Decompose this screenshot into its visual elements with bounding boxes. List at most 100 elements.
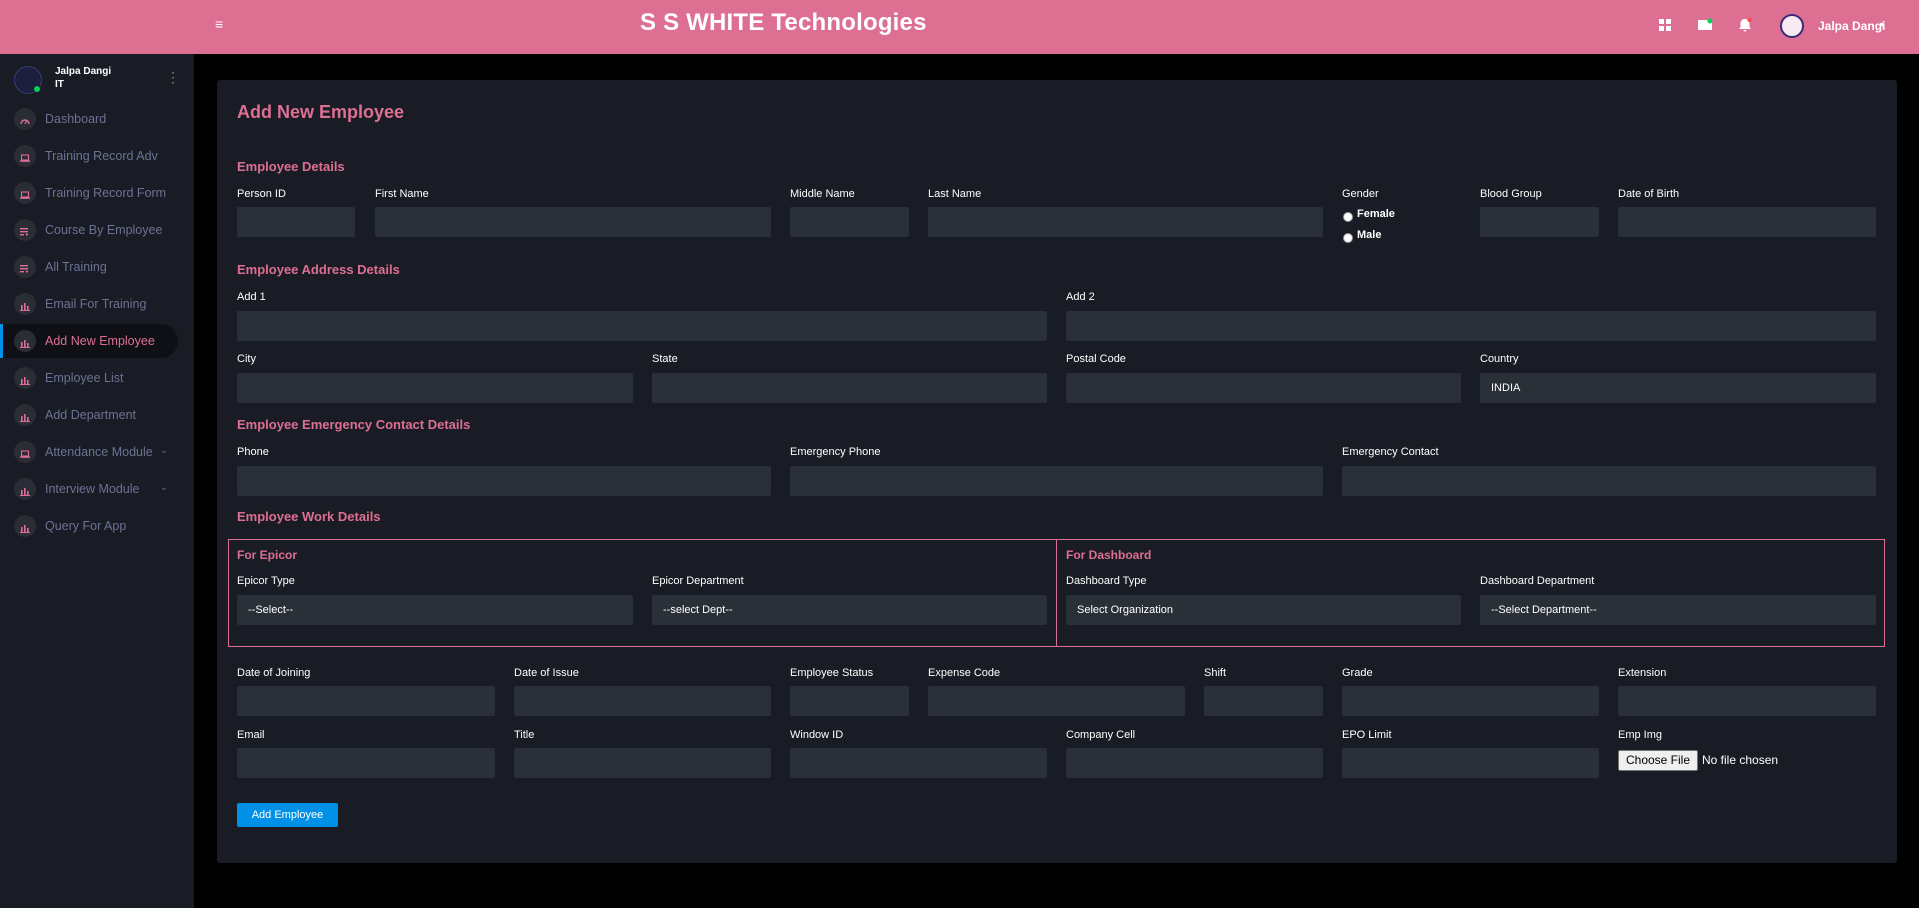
sidebar-item-training-record-adv[interactable]: Training Record Adv [0, 139, 178, 173]
label-state: State [652, 353, 678, 365]
sidebar-item-label: Add New Employee [45, 334, 155, 348]
add-employee-button[interactable]: Add Employee [237, 803, 338, 827]
epicor-group [228, 539, 1057, 647]
grade-input[interactable] [1342, 686, 1599, 716]
sidebar-item-label: Training Record Form [45, 186, 167, 200]
sidebar-item-label: Query For App [45, 519, 127, 533]
expense-code-input[interactable] [928, 686, 1185, 716]
avatar[interactable] [1780, 14, 1804, 38]
dob-input[interactable] [1618, 207, 1876, 237]
sidebar-item-add-new-employee[interactable]: Add New Employee [0, 324, 178, 358]
epicor-heading: For Epicor [237, 548, 298, 562]
label-expense-code: Expense Code [928, 667, 1001, 679]
label-emergency-phone: Emergency Phone [790, 446, 881, 458]
last-name-input[interactable] [928, 207, 1323, 237]
middle-name-input[interactable] [790, 207, 909, 237]
sidebar-item-label: Employee List [45, 371, 124, 385]
label-window-id: Window ID [790, 729, 844, 741]
file-status: No file chosen [1702, 753, 1779, 767]
title-input[interactable] [514, 748, 771, 778]
person-id-input[interactable] [237, 207, 355, 237]
window-id-input[interactable] [790, 748, 1047, 778]
doj-input[interactable] [237, 686, 495, 716]
sidebar-item-label: Email For Training [45, 297, 147, 311]
sidebar-item-email-for-training[interactable]: Email For Training [0, 287, 178, 321]
address1-input[interactable] [237, 311, 1047, 341]
sidebar-item-add-department[interactable]: Add Department [0, 398, 178, 432]
chart-icon [14, 404, 36, 426]
chevron-down-icon[interactable]: ▾ [1880, 20, 1884, 29]
bell-icon[interactable] [1737, 17, 1753, 33]
sidebar-item-label: All Training [45, 260, 107, 274]
label-title: Title [514, 729, 535, 741]
phone-input[interactable] [237, 466, 771, 496]
female-radio-label[interactable]: Female [1357, 208, 1395, 220]
dashboard-group [1056, 539, 1885, 647]
male-radio-label[interactable]: Male [1357, 229, 1381, 241]
page-title: Add New Employee [237, 102, 405, 122]
dashboard-heading: For Dashboard [1066, 548, 1152, 562]
sidebar-item-attendance-module[interactable]: Attendance Module ⌄ [0, 435, 178, 469]
sidebar-item-dashboard[interactable]: Dashboard [0, 102, 178, 136]
laptop-icon [14, 182, 36, 204]
sidebar-item-training-record-form[interactable]: Training Record Form [0, 176, 178, 210]
email-input[interactable] [237, 748, 495, 778]
sidebar-item-course-by-employee[interactable]: Course By Employee [0, 213, 178, 247]
emergency-phone-input[interactable] [790, 466, 1323, 496]
label-epicor-dept: Epicor Department [652, 575, 744, 587]
sidebar-item-label: Attendance Module [45, 445, 153, 459]
dashboard-type-select[interactable]: Select Organization [1066, 595, 1461, 625]
sidebar-item-label: Add Department [45, 408, 137, 422]
address2-input[interactable] [1066, 311, 1876, 341]
label-gender: Gender [1342, 188, 1379, 200]
sidebar: Jalpa Dangi IT ⋮ Dashboard Training Recor… [0, 54, 194, 908]
extension-input[interactable] [1618, 686, 1876, 716]
sidebar-item-query-for-app[interactable]: Query For App [0, 509, 178, 543]
epicor-dept-select[interactable]: --select Dept-- [652, 595, 1047, 625]
label-last-name: Last Name [928, 188, 982, 200]
label-city: City [237, 353, 256, 365]
company-cell-input[interactable] [1066, 748, 1323, 778]
label-extension: Extension [1618, 667, 1667, 679]
label-blood-group: Blood Group [1480, 188, 1542, 200]
user-name[interactable]: Jalpa Dangi [1818, 19, 1885, 33]
epicor-type-select[interactable]: --Select-- [237, 595, 633, 625]
grid-icon[interactable] [1657, 17, 1673, 33]
emp-status-input[interactable] [790, 686, 909, 716]
label-add1: Add 1 [237, 291, 266, 303]
label-emp-status: Employee Status [790, 667, 874, 679]
chart-icon [14, 478, 36, 500]
chart-icon [14, 293, 36, 315]
choose-file-button[interactable]: Choose File [1618, 750, 1698, 771]
section-emergency: Employee Emergency Contact Details [237, 417, 471, 432]
emergency-contact-input[interactable] [1342, 466, 1876, 496]
sidebar-item-interview-module[interactable]: Interview Module ⌄ [0, 472, 178, 506]
label-email: Email [237, 729, 265, 741]
sidebar-item-all-training[interactable]: All Training [0, 250, 178, 284]
label-company-cell: Company Cell [1066, 729, 1136, 741]
mail-icon[interactable] [1697, 17, 1713, 33]
country-input[interactable]: INDIA [1480, 373, 1876, 403]
epo-limit-input[interactable] [1342, 748, 1599, 778]
speedometer-icon [14, 108, 36, 130]
postal-code-input[interactable] [1066, 373, 1461, 403]
male-radio[interactable] [1343, 233, 1353, 243]
label-phone: Phone [237, 446, 269, 458]
more-vertical-icon[interactable]: ⋮ [166, 69, 180, 86]
label-postal: Postal Code [1066, 353, 1126, 365]
blood-group-input[interactable] [1480, 207, 1599, 237]
label-shift: Shift [1204, 667, 1227, 679]
menu-icon[interactable]: ≡ [215, 17, 227, 31]
female-radio[interactable] [1343, 212, 1353, 222]
city-input[interactable] [237, 373, 633, 403]
brand-title: S S WHITE Technologies [640, 9, 927, 36]
section-employee-details: Employee Details [237, 159, 345, 174]
first-name-input[interactable] [375, 207, 771, 237]
state-input[interactable] [652, 373, 1047, 403]
profile-dept: IT [55, 79, 64, 90]
label-epo-limit: EPO Limit [1342, 729, 1392, 741]
doi-input[interactable] [514, 686, 771, 716]
sidebar-item-employee-list[interactable]: Employee List [0, 361, 178, 395]
dashboard-dept-select[interactable]: --Select Department-- [1480, 595, 1876, 625]
shift-input[interactable] [1204, 686, 1323, 716]
